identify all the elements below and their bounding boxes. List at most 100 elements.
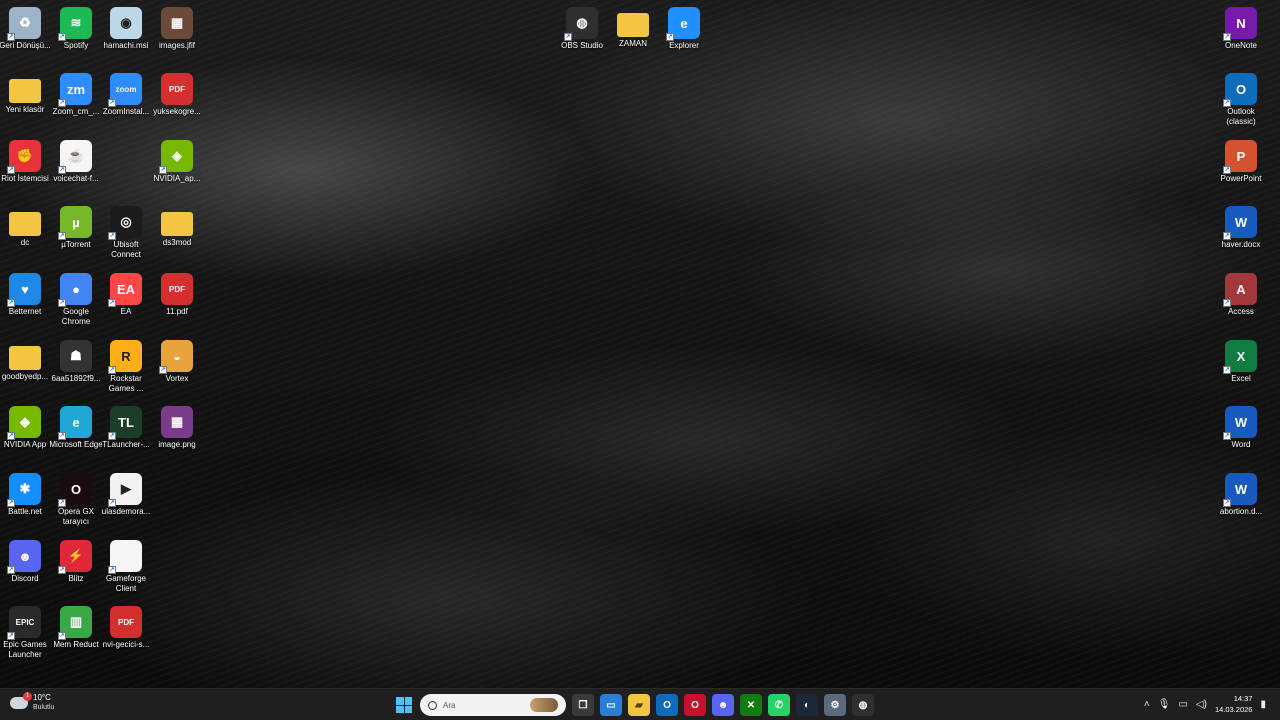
desktop-icon-label: Riot İstemcisi	[1, 174, 49, 183]
desktop-icon[interactable]: ♥ ↗ Betternet	[0, 273, 52, 317]
desktop-icon[interactable]: ≋ ↗ Spotify	[49, 7, 103, 51]
search-placeholder: Ara	[443, 700, 456, 710]
obs-taskbar-icon[interactable]: ◍	[852, 694, 874, 716]
shortcut-arrow-icon: ↗	[1223, 499, 1231, 507]
search-highlight-image	[530, 698, 558, 712]
outlook-taskbar-icon[interactable]: O	[656, 694, 678, 716]
folder-icon	[9, 212, 41, 236]
microphone-icon[interactable]: 🎙	[1158, 699, 1171, 710]
desktop-icon[interactable]: PDF nvi-gecici-s...	[99, 606, 153, 650]
zoom-icon: zoom ↗	[108, 73, 142, 107]
desktop-icon-label: Discord	[11, 574, 39, 583]
desktop-icon[interactable]: X ↗ Excel	[1214, 340, 1268, 384]
desktop-icon[interactable]: PDF 11.pdf	[150, 273, 204, 317]
desktop-icon[interactable]: O ↗ Outlook (classic)	[1214, 73, 1268, 127]
desktop-icon[interactable]: ▦ images.jfif	[150, 7, 204, 51]
network-icon[interactable]: ▭	[1178, 699, 1187, 710]
image-file-icon: ▦	[161, 7, 193, 39]
desktop-app-icon[interactable]: ▭	[600, 694, 622, 716]
desktop-icon[interactable]: W ↗ Word	[1214, 406, 1268, 450]
shortcut-arrow-icon: ↗	[1223, 166, 1231, 174]
whatsapp-icon[interactable]: ✆	[768, 694, 790, 716]
desktop-icon[interactable]: P ↗ PowerPoint	[1214, 140, 1268, 184]
desktop-icon[interactable]: ✊ ↗ Riot İstemcisi	[0, 140, 52, 184]
zoom-icon: zm ↗	[58, 73, 92, 107]
powerpoint-icon: P ↗	[1223, 140, 1257, 174]
desktop-icon[interactable]: ◈ ↗ NVIDIA App	[0, 406, 52, 450]
volume-icon[interactable]: ◁)	[1196, 699, 1207, 710]
desktop-icon[interactable]: PDF yuksekogre...	[150, 73, 204, 117]
shortcut-arrow-icon: ↗	[108, 299, 116, 307]
windows-logo-tile	[396, 697, 404, 705]
desktop-icon[interactable]: TL ↗ TLauncher-...	[99, 406, 153, 450]
desktop-icon[interactable]: ◈ ↗ NVIDIA_ap...	[150, 140, 204, 184]
xbox-icon[interactable]: ✕	[740, 694, 762, 716]
video-file-icon: ▶ ↗	[108, 473, 142, 507]
chevron-up-icon[interactable]: ˄	[1144, 699, 1150, 710]
desktop-icon[interactable]: ↗ Gameforge Client	[99, 540, 153, 594]
desktop-icon[interactable]: ▥ ↗ Mem Reduct	[49, 606, 103, 650]
desktop-icon[interactable]: e ↗ Microsoft Edge	[49, 406, 103, 450]
desktop-icon[interactable]: dc	[0, 206, 52, 248]
epic-games-icon: EPIC ↗	[7, 606, 41, 640]
clock-time: 14:37	[1233, 694, 1253, 703]
desktop-icon[interactable]: W ↗ abortion.d...	[1214, 473, 1268, 517]
desktop-icon[interactable]: EPIC ↗ Epic Games Launcher	[0, 606, 52, 660]
desktop-icon[interactable]: O ↗ Opera GX tarayıcı	[49, 473, 103, 527]
desktop-icon[interactable]: goodbyedp...	[0, 340, 52, 382]
excel-icon: X ↗	[1223, 340, 1257, 374]
desktop-icon[interactable]: ☗ 6aa51892f9...	[49, 340, 103, 384]
pdf-icon: PDF	[110, 606, 142, 638]
system-tray: ˄ 🎙 ▭ ◁) 14:37 14.03.2026 ▮	[1144, 693, 1266, 715]
desktop-icon[interactable]: ◎ ↗ Ubisoft Connect	[99, 206, 153, 260]
shortcut-arrow-icon: ↗	[1223, 99, 1231, 107]
desktop-icon[interactable]: zm ↗ Zoom_cm_...	[49, 73, 103, 117]
shortcut-arrow-icon: ↗	[108, 432, 116, 440]
desktop-icon[interactable]: EA ↗ EA	[99, 273, 153, 317]
desktop-icon[interactable]: ● ↗ Google Chrome	[49, 273, 103, 327]
shortcut-arrow-icon: ↗	[159, 366, 167, 374]
desktop-icon[interactable]: W ↗ haver.docx	[1214, 206, 1268, 250]
desktop-icon[interactable]: ⚡ ↗ Blitz	[49, 540, 103, 584]
desktop-icon[interactable]: ☻ ↗ Discord	[0, 540, 52, 584]
notification-bell-icon[interactable]: ▮	[1260, 699, 1266, 710]
desktop-icon[interactable]: ✱ ↗ Battle.net	[0, 473, 52, 517]
opera-gx-taskbar-icon[interactable]: O	[684, 694, 706, 716]
desktop-icon[interactable]: R ↗ Rockstar Games ...	[99, 340, 153, 394]
desktop-icon-label: hamachi.msi	[103, 41, 149, 50]
shortcut-arrow-icon: ↗	[58, 499, 66, 507]
desktop-icon-label: images.jfif	[158, 41, 195, 50]
settings-gear-icon[interactable]: ⚙	[824, 694, 846, 716]
desktop-icon[interactable]: µ ↗ µTorrent	[49, 206, 103, 250]
desktop-icon-label: OneNote	[1224, 41, 1258, 50]
utorrent-icon: µ ↗	[58, 206, 92, 240]
desktop-icon[interactable]: ♻ ↗ Geri Dönüşü...	[0, 7, 52, 51]
desktop-icon-label: Geri Dönüşü...	[0, 41, 51, 50]
shortcut-arrow-icon: ↗	[108, 366, 116, 374]
desktop-icon[interactable]: ◉ hamachi.msi	[99, 7, 153, 51]
discord-taskbar-icon[interactable]: ☻	[712, 694, 734, 716]
file-explorer-icon[interactable]: ▰	[628, 694, 650, 716]
desktop-icon[interactable]: ▶ ↗ ulasdemora...	[99, 473, 153, 517]
taskbar-search-box[interactable]: Ara	[420, 694, 566, 716]
start-button[interactable]	[394, 695, 414, 715]
desktop-icon[interactable]: A ↗ Access	[1214, 273, 1268, 317]
desktop-icon[interactable]: ◒ ↗ Vortex	[150, 340, 204, 384]
desktop-icon[interactable]: ZAMAN	[606, 7, 660, 49]
weather-widget[interactable]: 1 10°C Bulutlu	[10, 691, 54, 712]
clock[interactable]: 14:37 14.03.2026	[1215, 693, 1253, 715]
desktop-icon[interactable]: e ↗ Explorer	[657, 7, 711, 51]
desktop-icon[interactable]: N ↗ OneNote	[1214, 7, 1268, 51]
desktop-icon[interactable]: ☕ ↗ voicechat-f...	[49, 140, 103, 184]
desktop-icon[interactable]: ▦ image.png	[150, 406, 204, 450]
task-view-icon[interactable]: ❐	[572, 694, 594, 716]
discord-icon: ☻ ↗	[7, 540, 41, 574]
desktop-icon[interactable]: zoom ↗ ZoomInstal...	[99, 73, 153, 117]
steam-icon[interactable]: ◐	[796, 694, 818, 716]
clock-date: 14.03.2026	[1214, 705, 1253, 714]
desktop-icon-label: Epic Games Launcher	[3, 640, 47, 659]
desktop-icon[interactable]: ◍ ↗ OBS Studio	[555, 7, 609, 51]
desktop-icon[interactable]: ds3mod	[150, 206, 204, 248]
desktop-icon[interactable]: Yeni klasör	[0, 73, 52, 115]
notification-badge: 1	[23, 691, 32, 701]
